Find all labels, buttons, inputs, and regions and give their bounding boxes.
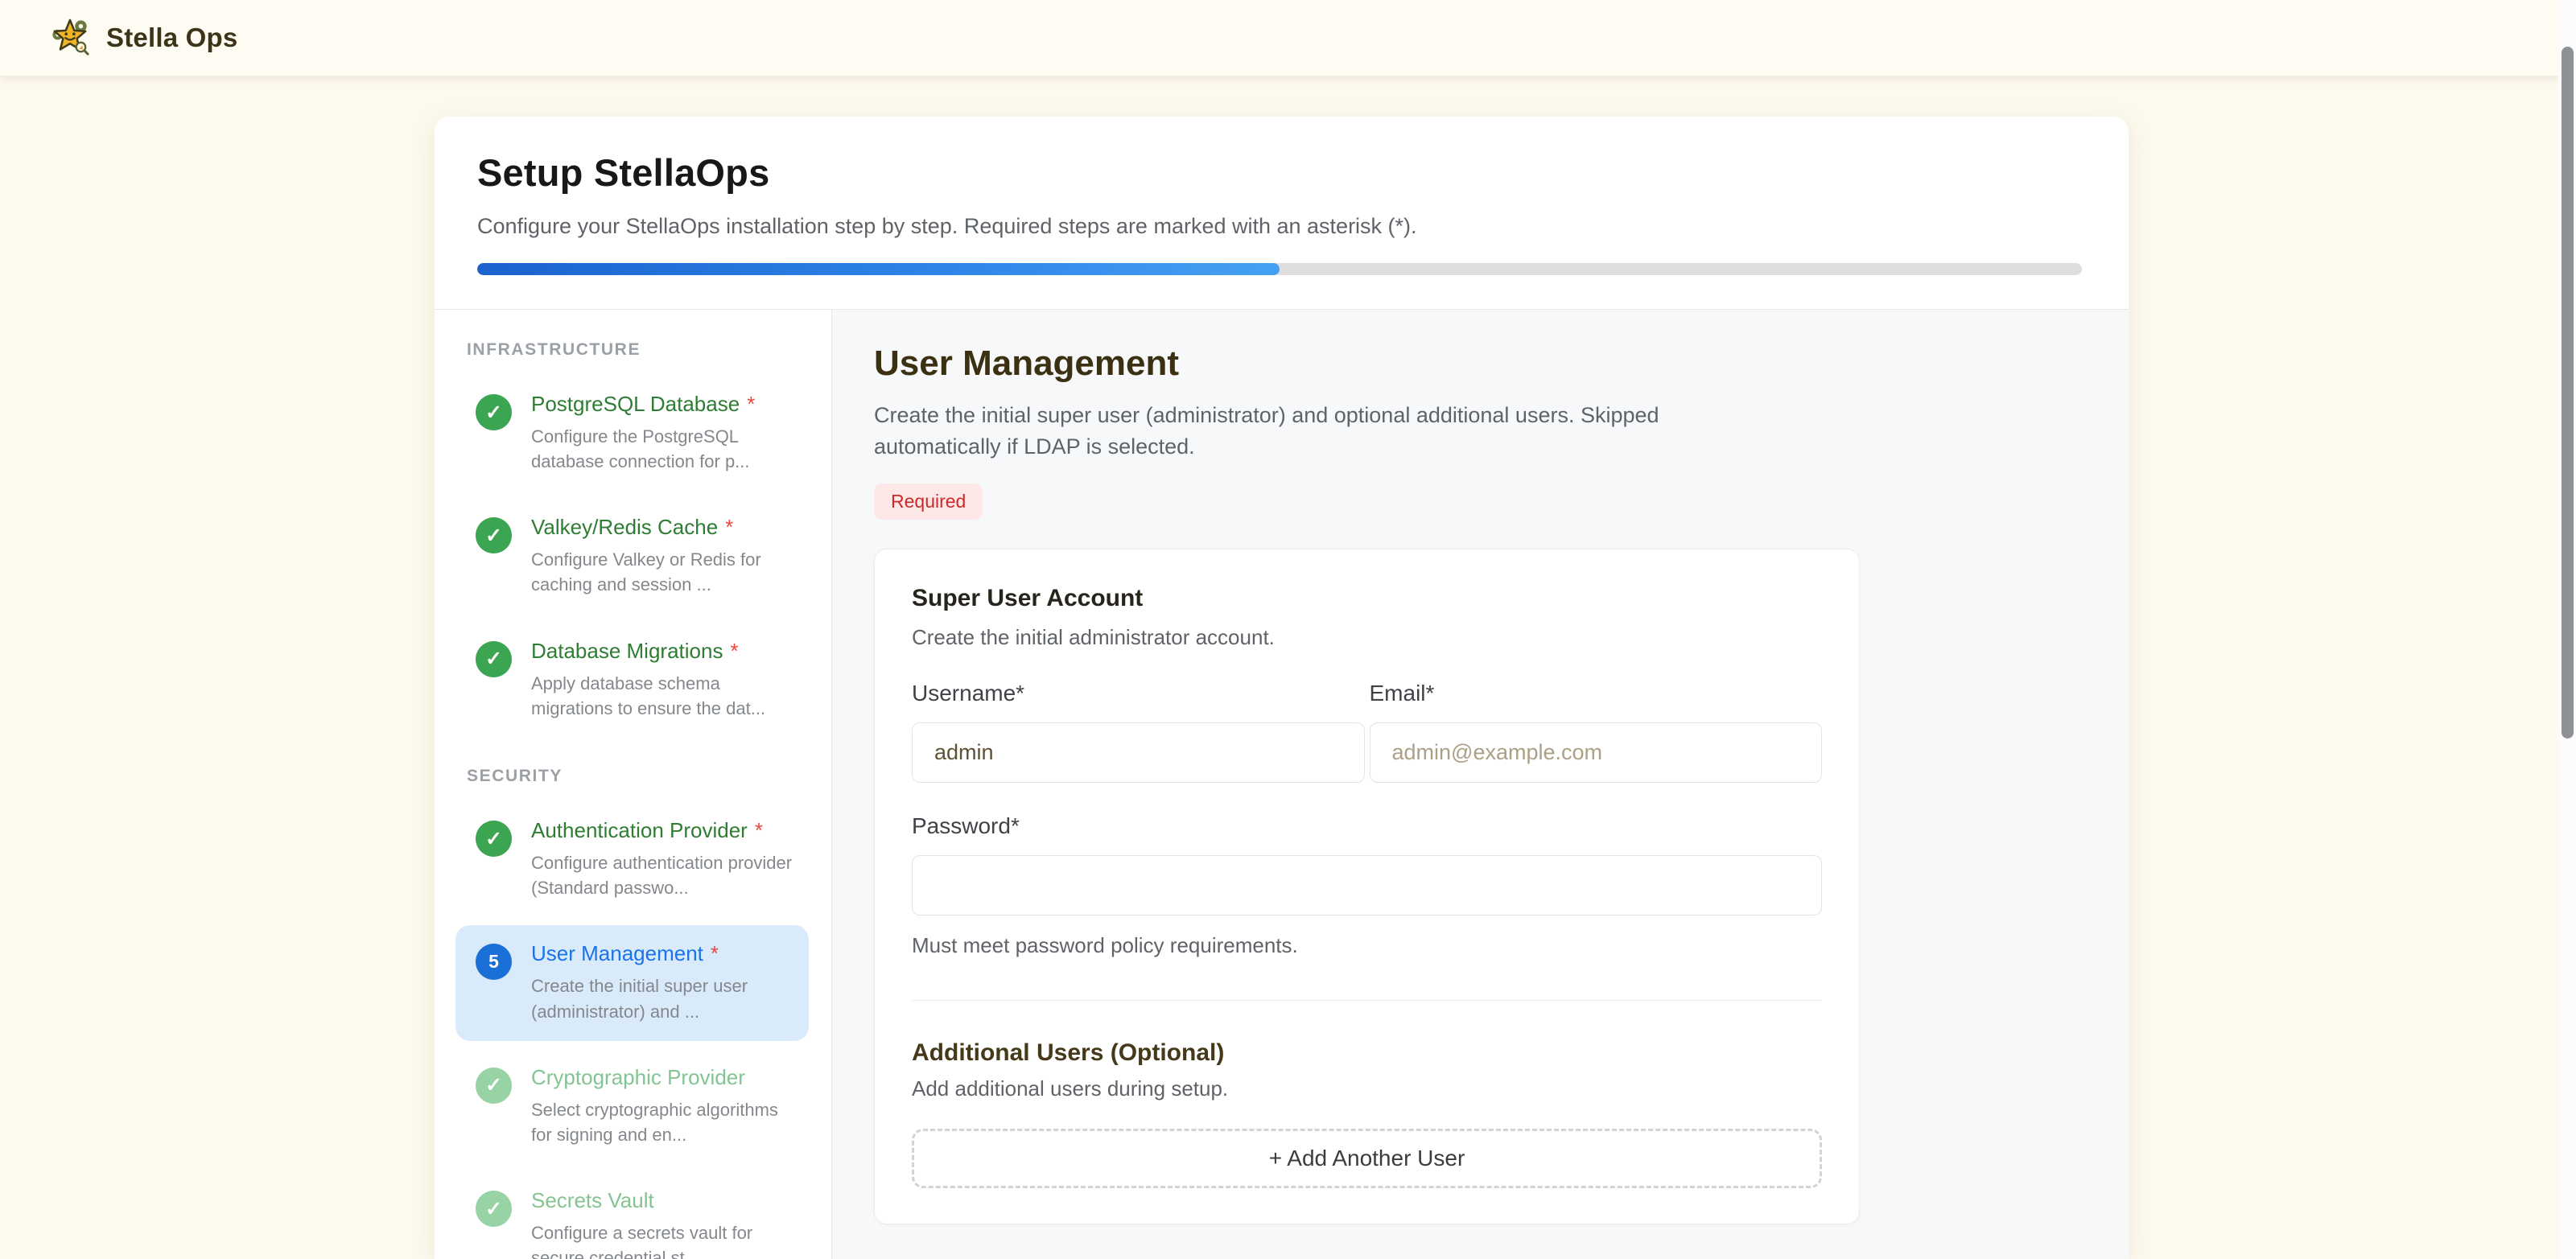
required-asterisk: * — [747, 392, 755, 416]
step-content: User Management Create the initial super… — [832, 310, 2129, 1259]
wizard-title: Setup StellaOps — [477, 150, 2082, 195]
check-glyph: ✓ — [485, 827, 502, 851]
step-texts: Secrets Vault Configure a secrets vault … — [531, 1189, 797, 1259]
step-title: User Management* — [531, 942, 797, 966]
wizard-subtitle: Configure your StellaOps installation st… — [477, 214, 2082, 239]
password-input[interactable] — [912, 855, 1822, 915]
username-input[interactable] — [912, 722, 1365, 783]
sidebar-item-database-migrations[interactable]: ✓ Database Migrations* Apply database sc… — [455, 623, 809, 738]
required-badge: Required — [874, 483, 983, 520]
setup-progress-bar — [477, 263, 2082, 275]
check-icon: ✓ — [476, 1068, 512, 1104]
card-subtitle: Create the initial administrator account… — [912, 625, 1822, 650]
step-description: Apply database schema migrations to ensu… — [531, 671, 797, 721]
brand-title: Stella Ops — [106, 23, 237, 53]
section-security: SECURITY ✓ Authentication Provider* Conf… — [455, 767, 809, 1259]
sidebar-item-postgresql-database[interactable]: ✓ PostgreSQL Database* Configure the Pos… — [455, 376, 809, 491]
page-scrollbar-track[interactable] — [2558, 0, 2576, 1259]
check-icon: ✓ — [476, 821, 512, 857]
setup-wizard-panel: Setup StellaOps Configure your StellaOps… — [435, 117, 2129, 1259]
step-description: Configure Valkey or Redis for caching an… — [531, 547, 797, 597]
step-title: Valkey/Redis Cache* — [531, 516, 797, 540]
required-asterisk: * — [725, 515, 733, 539]
wizard-header: Setup StellaOps Configure your StellaOps… — [435, 117, 2129, 310]
card-divider — [912, 1000, 1822, 1001]
add-another-user-button[interactable]: + Add Another User — [912, 1129, 1822, 1188]
sidebar-item-authentication-provider[interactable]: ✓ Authentication Provider* Configure aut… — [455, 802, 809, 917]
step-number-badge: 5 — [476, 944, 512, 980]
step-title: Authentication Provider* — [531, 819, 797, 843]
step-texts: User Management* Create the initial supe… — [531, 942, 797, 1023]
step-title: PostgreSQL Database* — [531, 393, 797, 417]
email-label: Email* — [1370, 681, 1823, 706]
sidebar-item-valkey-redis-cache[interactable]: ✓ Valkey/Redis Cache* Configure Valkey o… — [455, 499, 809, 614]
super-user-account-card: Super User Account Create the initial ad… — [874, 549, 1860, 1224]
check-glyph: ✓ — [485, 647, 502, 671]
page-description: Create the initial super user (administr… — [874, 400, 1755, 463]
step-description: Configure a secrets vault for secure cre… — [531, 1220, 797, 1259]
check-icon: ✓ — [476, 1191, 512, 1227]
check-icon: ✓ — [476, 394, 512, 430]
required-asterisk: * — [711, 941, 719, 965]
section-label: INFRASTRUCTURE — [467, 340, 809, 360]
check-icon: ✓ — [476, 641, 512, 677]
step-description: Configure the PostgreSQL database connec… — [531, 424, 797, 474]
step-texts: Cryptographic Provider Select cryptograp… — [531, 1066, 797, 1147]
top-bar: Stella Ops — [0, 0, 2558, 76]
required-asterisk: * — [730, 639, 738, 663]
password-label: Password* — [912, 813, 1822, 839]
step-description: Create the initial super user (administr… — [531, 973, 797, 1023]
sidebar-item-secrets-vault[interactable]: ✓ Secrets Vault Configure a secrets vaul… — [455, 1172, 809, 1259]
username-label: Username* — [912, 681, 1365, 706]
progress-fill — [477, 263, 1280, 275]
additional-users-title: Additional Users (Optional) — [912, 1039, 1822, 1067]
step-texts: Valkey/Redis Cache* Configure Valkey or … — [531, 516, 797, 597]
stella-ops-logo-icon — [50, 18, 90, 58]
step-texts: PostgreSQL Database* Configure the Postg… — [531, 393, 797, 474]
step-number: 5 — [488, 951, 499, 973]
step-description: Configure authentication provider (Stand… — [531, 850, 797, 900]
step-description: Select cryptographic algorithms for sign… — [531, 1097, 797, 1147]
email-field-group: Email* — [1370, 681, 1823, 783]
page-title: User Management — [874, 344, 2129, 384]
check-icon: ✓ — [476, 517, 512, 553]
section-label: SECURITY — [467, 767, 809, 786]
step-texts: Database Migrations* Apply database sche… — [531, 640, 797, 721]
check-glyph: ✓ — [485, 1197, 502, 1221]
step-texts: Authentication Provider* Configure authe… — [531, 819, 797, 900]
page-scrollbar-thumb[interactable] — [2562, 47, 2574, 739]
required-asterisk: * — [755, 818, 763, 842]
card-title: Super User Account — [912, 585, 1822, 612]
additional-users-subtitle: Add additional users during setup. — [912, 1076, 1822, 1101]
steps-sidebar: INFRASTRUCTURE ✓ PostgreSQL Database* Co… — [435, 310, 832, 1259]
check-glyph: ✓ — [485, 401, 502, 425]
password-hint: Must meet password policy requirements. — [912, 933, 1822, 958]
check-glyph: ✓ — [485, 1073, 502, 1097]
check-glyph: ✓ — [485, 524, 502, 548]
step-title: Secrets Vault — [531, 1189, 797, 1213]
sidebar-item-user-management[interactable]: 5 User Management* Create the initial su… — [455, 925, 809, 1040]
sidebar-item-cryptographic-provider[interactable]: ✓ Cryptographic Provider Select cryptogr… — [455, 1049, 809, 1164]
step-title: Cryptographic Provider — [531, 1066, 797, 1090]
email-input[interactable] — [1370, 722, 1823, 783]
section-infrastructure: INFRASTRUCTURE ✓ PostgreSQL Database* Co… — [455, 340, 809, 738]
step-title: Database Migrations* — [531, 640, 797, 664]
password-field-group: Password* Must meet password policy requ… — [912, 813, 1822, 958]
username-field-group: Username* — [912, 681, 1365, 783]
